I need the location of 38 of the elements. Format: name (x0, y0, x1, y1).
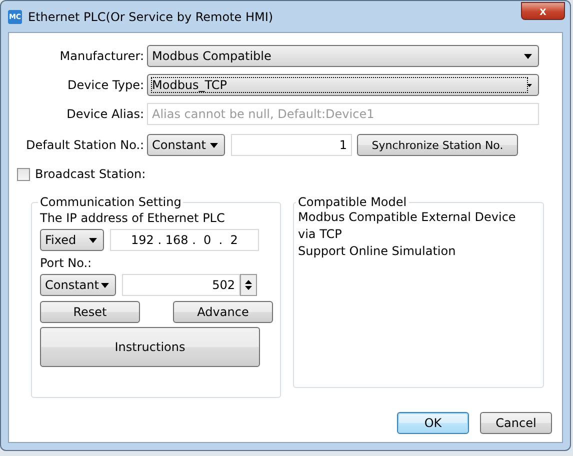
synchronize-button[interactable]: Synchronize Station No. (357, 134, 518, 156)
instructions-button[interactable]: Instructions (40, 327, 260, 367)
port-number-field[interactable]: 502 (122, 274, 240, 296)
group-title: Compatible Model (297, 195, 408, 209)
caret-icon (524, 54, 532, 58)
field-label: Default Station No.: (26, 138, 146, 152)
station-number-field[interactable]: 1 (231, 134, 352, 156)
ip-address-field[interactable]: 192 . 168 . 0 . 2 (110, 229, 259, 251)
field-label: Device Type: (66, 78, 145, 92)
manufacturer-dropdown[interactable]: Modbus Compatible (147, 45, 539, 67)
dialog-button[interactable]: OK (397, 412, 469, 434)
port-mode-dropdown[interactable]: Constant (40, 274, 116, 296)
advance-button[interactable]: Advance (173, 301, 273, 323)
group-title: Communication Setting (39, 195, 182, 209)
field-label: Manufacturer: (58, 49, 145, 63)
field-label: The IP address of Ethernet PLC (40, 211, 226, 225)
field-label: Port No.: (40, 256, 93, 270)
caret-icon (210, 142, 218, 148)
field-label: Device Alias: (66, 107, 145, 121)
down-arrow-icon (245, 286, 252, 290)
reset-button[interactable]: Reset (40, 301, 140, 323)
up-arrow-icon (245, 280, 252, 284)
window-title: Ethernet PLC(Or Service by Remote HMI) (28, 10, 274, 24)
caret-icon (101, 282, 109, 288)
model-description-text: via TCP (298, 226, 343, 243)
model-description-text: Support Online Simulation (298, 243, 457, 260)
checkbox-label: Broadcast Station: (35, 167, 146, 181)
caret-icon (527, 82, 532, 88)
broadcast-checkbox[interactable] (17, 168, 30, 180)
close-button[interactable]: x (521, 2, 565, 20)
ip-mode-dropdown[interactable]: Fixed (40, 229, 104, 251)
dialog-button[interactable]: Cancel (480, 412, 552, 434)
spin-buttons[interactable] (240, 274, 257, 296)
device-type-dropdown[interactable]: Modbus_TCP (147, 74, 539, 96)
station-mode-dropdown[interactable]: Constant (147, 134, 225, 156)
model-description-text: Modbus Compatible External Device (298, 209, 517, 226)
alias-input-field[interactable]: Alias cannot be null, Default:Device1 (147, 103, 539, 125)
caret-icon (89, 238, 97, 242)
